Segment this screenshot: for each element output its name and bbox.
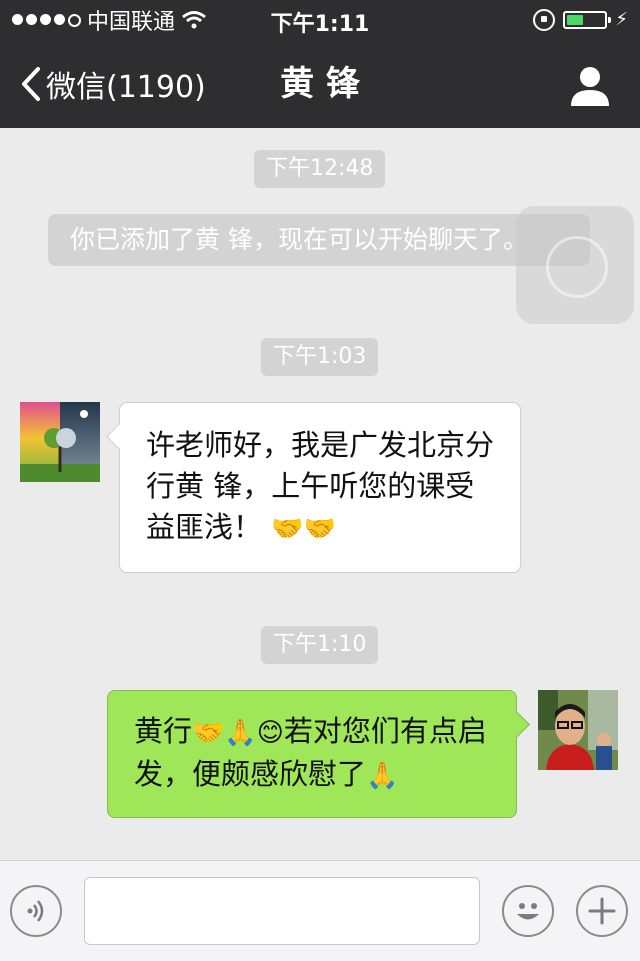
emoji-sequence: 🤝🙏😊	[192, 718, 284, 748]
more-button[interactable]	[576, 885, 628, 937]
battery-icon	[563, 11, 612, 29]
voice-icon	[27, 900, 44, 922]
handshake-emoji: 🤝🤝	[271, 514, 336, 544]
timestamp: 下午1:03	[261, 338, 379, 376]
timestamp: 下午1:10	[261, 626, 379, 664]
charging-icon: ⚡	[615, 9, 628, 30]
user-avatar[interactable]	[538, 690, 618, 770]
outgoing-message[interactable]: 黄行🤝🙏😊若对您们有点启发，便颇感欣慰了🙏	[107, 690, 517, 818]
message-text: 黄行	[134, 714, 193, 748]
status-right: ⚡	[533, 6, 628, 34]
plus-icon	[588, 897, 616, 925]
voice-button[interactable]	[10, 885, 62, 937]
contact-avatar[interactable]	[20, 402, 100, 482]
nav-bar: 微信(1190) 黄 锋	[0, 40, 640, 128]
chat-title: 黄 锋	[280, 64, 360, 104]
rotation-lock-icon	[533, 9, 556, 31]
incoming-message[interactable]: 许老师好，我是广发北京分行黄 锋，上午听您的课受益匪浅！ 🤝🤝	[119, 402, 521, 573]
assistive-touch-button[interactable]	[516, 206, 634, 324]
emoji-icon	[517, 903, 539, 920]
emoji-button[interactable]	[502, 885, 554, 937]
status-bar: 中国联通 下午1:11 ⚡	[0, 0, 640, 40]
pray-emoji: 🙏	[366, 761, 399, 791]
message-input[interactable]	[84, 877, 480, 945]
person-icon[interactable]	[568, 64, 612, 108]
timestamp: 下午12:48	[254, 150, 386, 188]
chat-area[interactable]: 下午12:48 你已添加了黄 锋，现在可以开始聊天了。 下午1:03 许老师好，…	[0, 128, 640, 860]
system-message: 你已添加了黄 锋，现在可以开始聊天了。	[48, 214, 590, 266]
input-bar	[0, 860, 640, 961]
battery-fill	[567, 15, 584, 25]
